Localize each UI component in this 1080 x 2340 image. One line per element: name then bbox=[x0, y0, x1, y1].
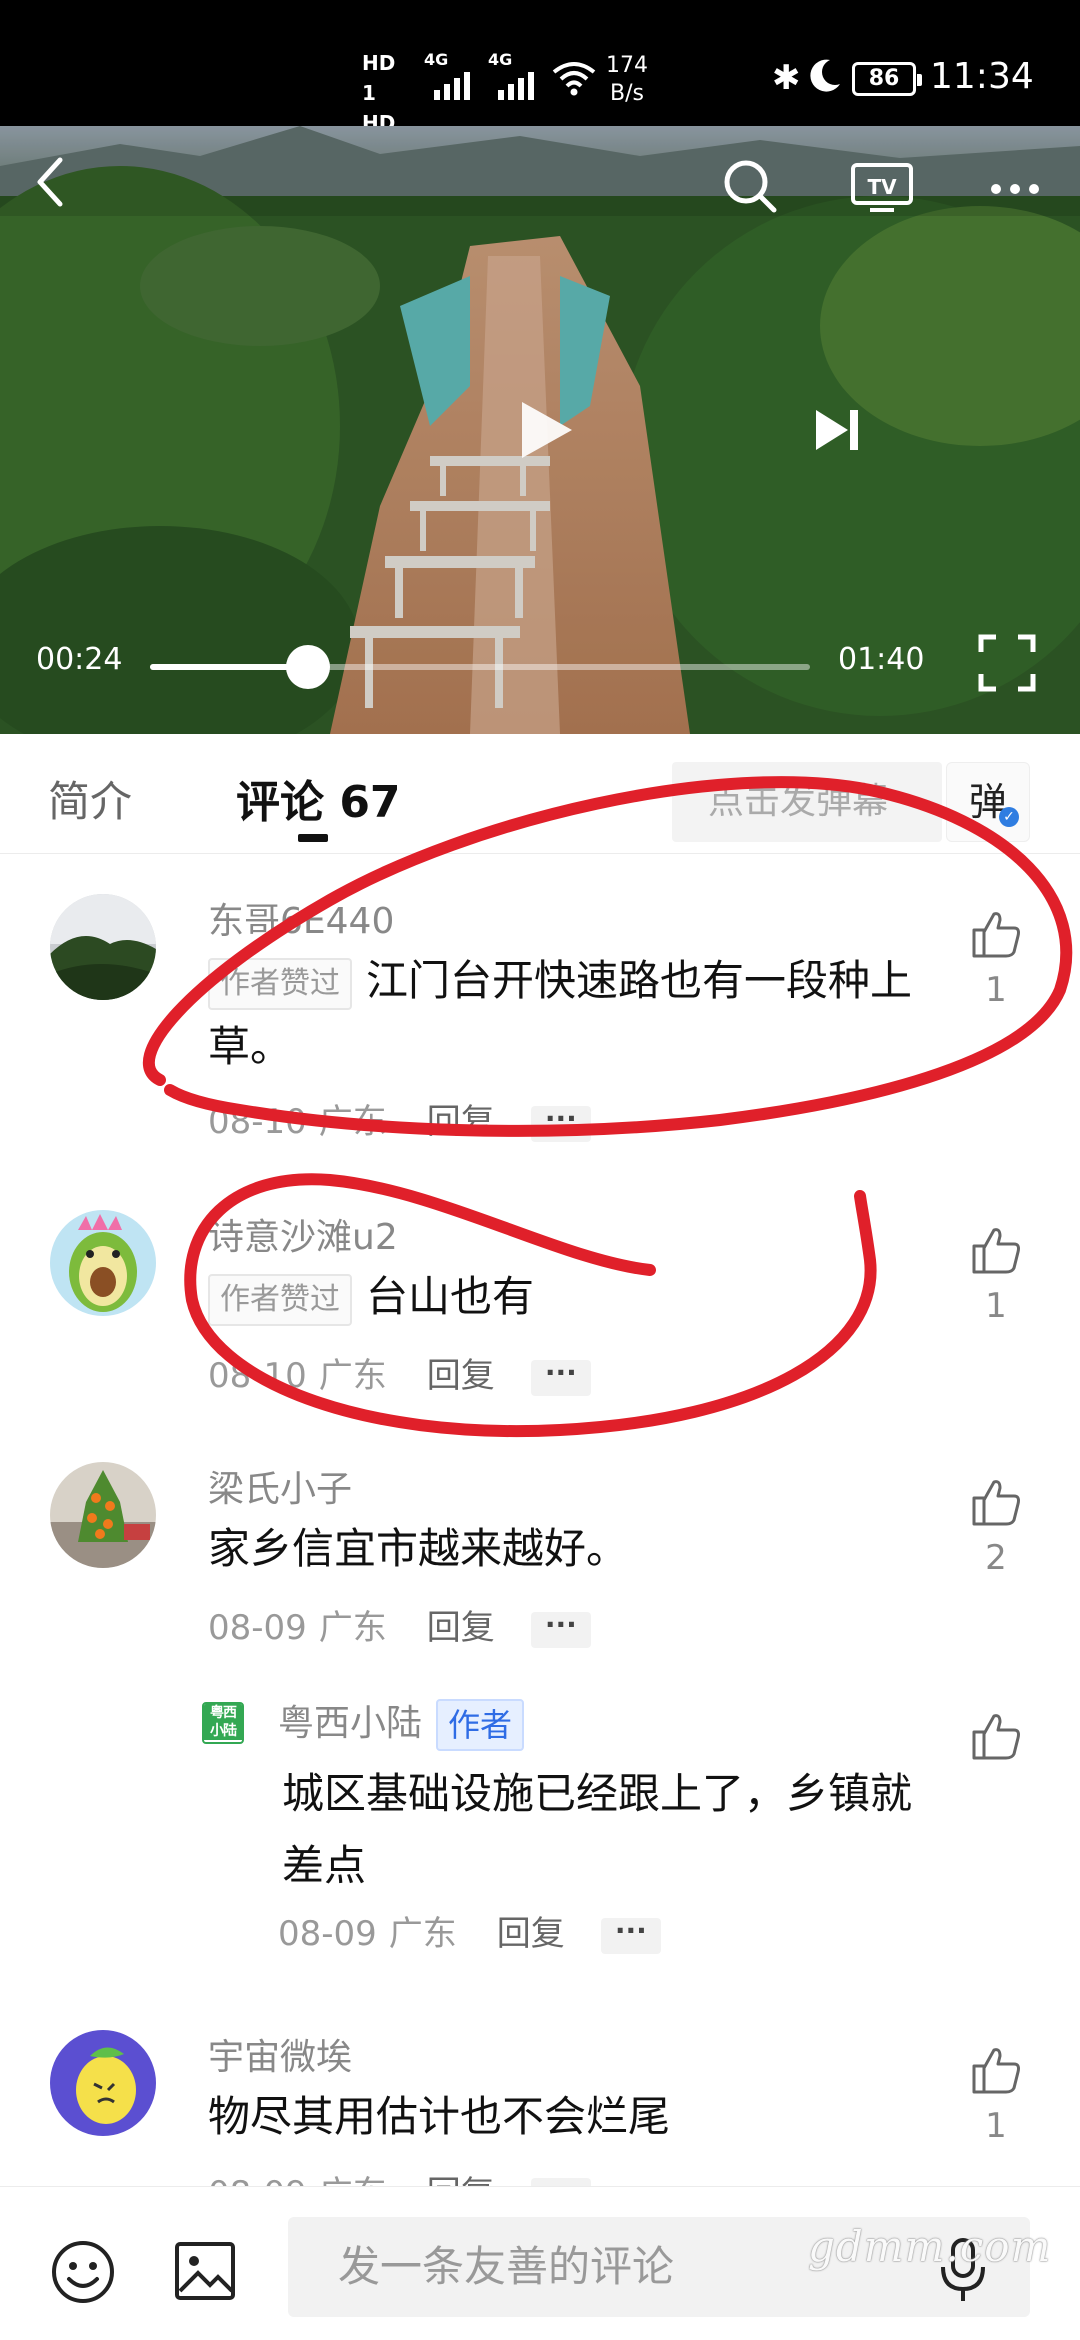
avatar[interactable] bbox=[50, 1210, 156, 1316]
thumbs-up-icon bbox=[972, 1228, 1020, 1274]
avatar[interactable] bbox=[50, 894, 156, 1000]
comment-region: 广东 bbox=[318, 1102, 387, 1142]
hd1-label: HD 1 bbox=[362, 51, 396, 105]
comment-text: 作者赞过 台山也有 bbox=[208, 1264, 948, 1330]
comment-date: 08-09 bbox=[208, 1608, 307, 1648]
comment-meta: 08-09 广东回复 ··· bbox=[208, 1600, 591, 1649]
thumbs-up-icon bbox=[972, 912, 1020, 958]
reply-date: 08-09 bbox=[278, 1914, 377, 1954]
author-avatar-text: 粤西小陆 bbox=[204, 1704, 242, 1740]
total-time: 01:40 bbox=[838, 642, 925, 677]
current-time: 00:24 bbox=[36, 642, 123, 677]
tab-bar: 简介 评论 67 点击发弹幕 弹 ✓ bbox=[0, 734, 1080, 854]
comment-meta: 08-10 广东 回复 ··· bbox=[208, 1348, 591, 1397]
clock: 11:34 bbox=[930, 56, 1034, 97]
comment-body: 物尽其用估计也不会烂尾 bbox=[208, 2092, 671, 2141]
reply-region: 广东 bbox=[388, 1914, 457, 1954]
thumbs-up-icon bbox=[972, 2048, 1020, 2094]
comment-region: 广东 bbox=[318, 1608, 387, 1648]
reply-button[interactable]: 回复 bbox=[427, 1608, 495, 1648]
comment-text: 作者赞过 江门台开快速路也有一段种上草。 bbox=[208, 948, 948, 1080]
danmu-input[interactable]: 点击发弹幕 bbox=[672, 762, 942, 842]
author-liked-badge: 作者赞过 bbox=[208, 957, 352, 1010]
more-icon[interactable] bbox=[990, 182, 1040, 196]
net2-label: 4G bbox=[488, 50, 513, 69]
speed-value: 174 bbox=[606, 53, 648, 78]
signal-1-icon: 4G bbox=[424, 50, 470, 100]
fullscreen-icon[interactable] bbox=[978, 634, 1036, 692]
comment-region: 广东 bbox=[318, 1356, 387, 1396]
comment-more-button[interactable]: ··· bbox=[530, 1610, 591, 1648]
comment-meta: 08-10 广东 回复 ··· bbox=[208, 1094, 591, 1143]
like-count: 1 bbox=[985, 2106, 1007, 2146]
like-button[interactable]: 1 bbox=[966, 2044, 1026, 2146]
progress-bar[interactable] bbox=[150, 645, 810, 689]
author-liked-badge: 作者赞过 bbox=[208, 1273, 352, 1326]
reply-user[interactable]: 粤西小陆 bbox=[278, 1703, 422, 1744]
reply-meta: 08-09 广东 回复 ··· bbox=[278, 1906, 661, 1955]
video-player[interactable]: TV 00:24 01:40 bbox=[0, 126, 1080, 734]
moon-icon bbox=[810, 59, 840, 92]
bluetooth-icon: ✱ bbox=[772, 58, 801, 98]
reply-text: 城区基础设施已经跟上了，乡镇就差点 bbox=[282, 1769, 913, 1890]
battery-level: 86 bbox=[868, 66, 900, 91]
wifi-icon bbox=[552, 62, 596, 96]
svg-text:TV: TV bbox=[867, 175, 897, 199]
author-tag: 作者 bbox=[436, 1699, 525, 1751]
like-button[interactable]: 1 bbox=[966, 1224, 1026, 1326]
next-icon[interactable] bbox=[812, 406, 862, 454]
emoji-icon[interactable] bbox=[50, 2239, 116, 2305]
author-avatar[interactable]: 粤西小陆 bbox=[202, 1702, 244, 1744]
signal-2-icon: 4G bbox=[488, 50, 534, 100]
like-count: 1 bbox=[985, 970, 1007, 1010]
comment-text: 家乡信宜市越来越好。 bbox=[208, 1516, 948, 1582]
like-count: 1 bbox=[985, 1286, 1007, 1326]
reply-username: 粤西小陆 作者 bbox=[278, 1694, 525, 1751]
speed-unit: B/s bbox=[610, 81, 644, 106]
back-arrow-icon[interactable] bbox=[30, 154, 70, 210]
like-button[interactable] bbox=[966, 1710, 1026, 1766]
tab-active-indicator bbox=[298, 834, 328, 842]
image-icon[interactable] bbox=[174, 2241, 236, 2301]
comment-date: 08-10 bbox=[208, 1102, 307, 1142]
reply-button[interactable]: 回复 bbox=[497, 1914, 565, 1954]
comment-more-button[interactable]: ··· bbox=[530, 1104, 591, 1142]
thumbs-up-icon bbox=[972, 1480, 1020, 1526]
comment-username[interactable]: 宇宙微埃 bbox=[208, 2028, 352, 2080]
reply-button[interactable]: 回复 bbox=[427, 1356, 495, 1396]
thumbs-up-icon bbox=[972, 1714, 1020, 1760]
status-bar: HD 1 HD 2 4G 4G 174 B/s ✱ 86 11:34 bbox=[0, 0, 1080, 165]
check-icon: ✓ bbox=[999, 807, 1019, 827]
comment-body: 台山也有 bbox=[366, 1272, 535, 1321]
tab-intro[interactable]: 简介 bbox=[48, 768, 132, 829]
reply-more-button[interactable]: ··· bbox=[600, 1916, 661, 1954]
search-icon[interactable] bbox=[722, 158, 778, 214]
progress-fill bbox=[150, 664, 309, 670]
avatar[interactable] bbox=[50, 1462, 156, 1568]
tv-cast-icon[interactable]: TV bbox=[850, 162, 914, 214]
tab-comments[interactable]: 评论 67 bbox=[236, 766, 401, 830]
comment-date: 08-10 bbox=[208, 1356, 307, 1396]
comment-body: 家乡信宜市越来越好。 bbox=[208, 1524, 629, 1573]
battery-icon: 86 bbox=[852, 62, 922, 96]
watermark: gdmm.com bbox=[808, 2222, 1052, 2271]
comment-text: 物尽其用估计也不会烂尾 bbox=[208, 2084, 948, 2150]
avatar[interactable] bbox=[50, 2030, 156, 2136]
comment-username[interactable]: 梁氏小子 bbox=[208, 1460, 352, 1512]
like-count: 2 bbox=[985, 1538, 1007, 1578]
reply-button[interactable]: 回复 bbox=[427, 1102, 495, 1142]
net1-label: 4G bbox=[424, 50, 449, 69]
like-button[interactable]: 1 bbox=[966, 908, 1026, 1010]
comment-username[interactable]: 诗意沙滩u2 bbox=[208, 1208, 398, 1260]
comment-username[interactable]: 东哥6E440 bbox=[208, 892, 394, 944]
comment-more-button[interactable]: ··· bbox=[530, 1358, 591, 1396]
play-icon[interactable] bbox=[516, 398, 576, 462]
like-button[interactable]: 2 bbox=[966, 1476, 1026, 1578]
danmu-toggle-button[interactable]: 弹 ✓ bbox=[946, 762, 1030, 842]
network-speed: 174 B/s bbox=[606, 52, 648, 108]
